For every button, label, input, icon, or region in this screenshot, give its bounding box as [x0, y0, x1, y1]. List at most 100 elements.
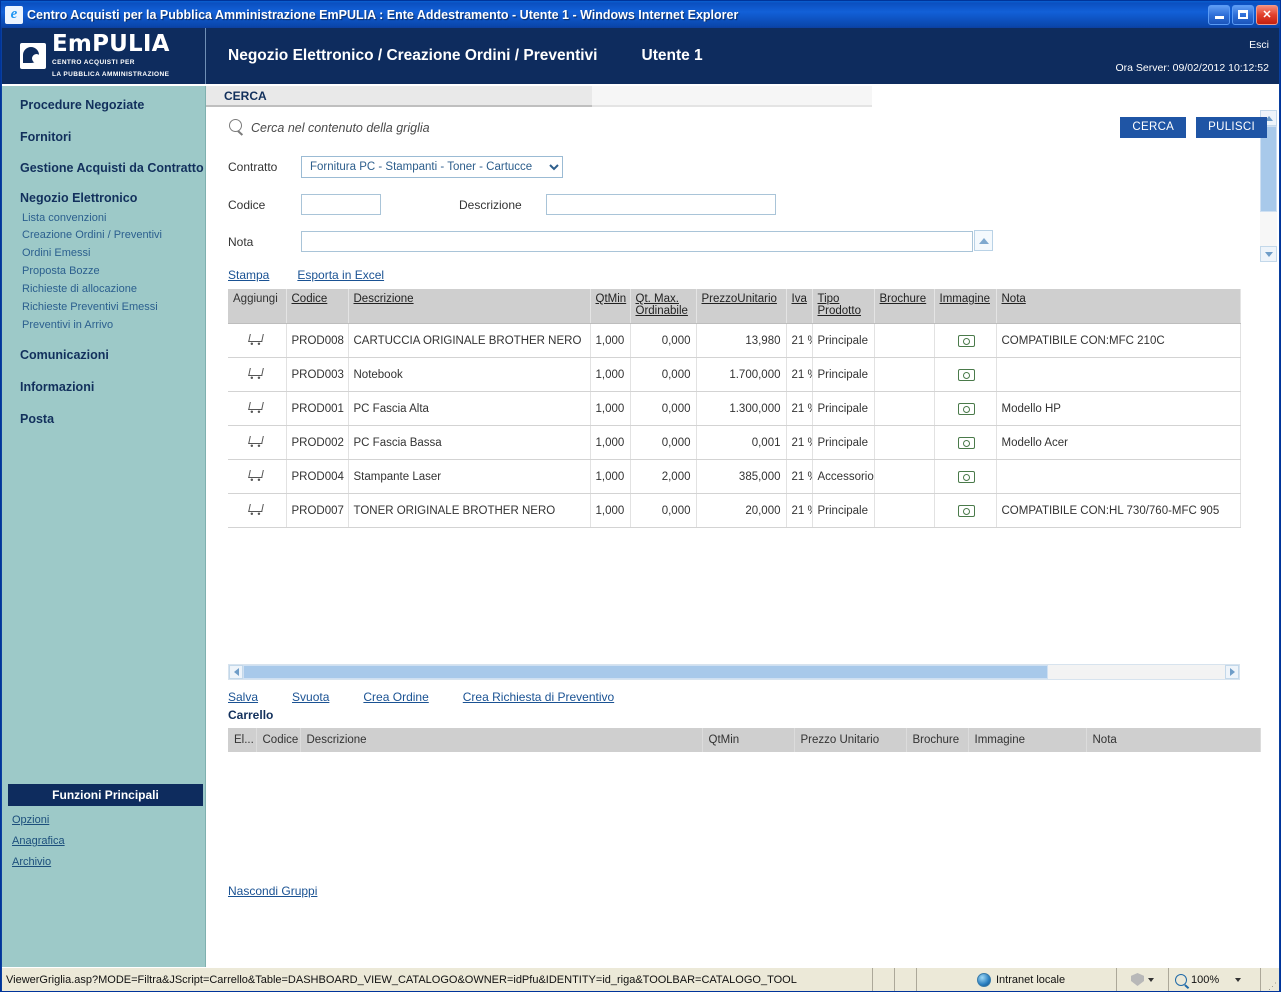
col-codice[interactable]: Codice: [286, 289, 349, 324]
sidebar-subitem-richieste-allocazione[interactable]: Richieste di allocazione: [22, 282, 205, 297]
status-segment-2: [895, 968, 917, 991]
cell-immagine[interactable]: [934, 357, 997, 392]
zoom-icon: [1175, 973, 1187, 986]
window-title: Centro Acquisti per la Pubblica Amminist…: [27, 7, 739, 22]
sidebar-subitem-ordini-emessi[interactable]: Ordini Emessi: [22, 246, 205, 261]
sidebar-subitem-preventivi-in-arrivo[interactable]: Preventivi in Arrivo: [22, 318, 205, 333]
status-security[interactable]: [1117, 968, 1169, 991]
funzioni-link-opzioni[interactable]: Opzioni: [12, 814, 205, 826]
page-title: Negozio Elettronico / Creazione Ordini /…: [228, 47, 598, 64]
sidebar-item-posta[interactable]: Posta: [20, 412, 205, 428]
cerca-button[interactable]: CERCA: [1120, 117, 1187, 138]
col-nota[interactable]: Nota: [996, 289, 1241, 324]
resize-grip[interactable]: ⋰: [1261, 968, 1279, 991]
svuota-link[interactable]: Svuota: [292, 690, 329, 704]
col-iva[interactable]: Iva: [786, 289, 813, 324]
close-button[interactable]: ✕: [1256, 4, 1278, 25]
scroll-left-button[interactable]: [229, 665, 243, 679]
cart-icon[interactable]: [249, 401, 264, 417]
nascondi-gruppi-link[interactable]: Nascondi Gruppi: [228, 884, 317, 898]
nota-field-wrap: [301, 230, 993, 252]
nota-expand-button[interactable]: [974, 230, 993, 251]
add-to-cart-cell[interactable]: [228, 493, 287, 528]
cart-icon[interactable]: [249, 367, 264, 383]
add-to-cart-cell[interactable]: [228, 357, 287, 392]
sidebar-item-negozio-elettronico[interactable]: Negozio Elettronico: [20, 191, 205, 207]
stampa-link[interactable]: Stampa: [228, 268, 269, 282]
contratto-select[interactable]: Fornitura PC - Stampanti - Toner - Cartu…: [301, 156, 563, 178]
table-row[interactable]: PROD001 PC Fascia Alta 1,000 0,000 1.300…: [228, 391, 1241, 426]
scroll-thumb-horizontal[interactable]: [243, 665, 1049, 679]
add-to-cart-cell[interactable]: [228, 459, 287, 494]
sidebar-subitem-proposta-bozze[interactable]: Proposta Bozze: [22, 264, 205, 279]
col-qtmax-ordinabile[interactable]: Qt. Max. Ordinabile: [630, 289, 697, 324]
grid-horizontal-scrollbar[interactable]: [228, 664, 1240, 680]
crea-richiesta-preventivo-link[interactable]: Crea Richiesta di Preventivo: [463, 690, 614, 704]
scroll-track-horizontal[interactable]: [243, 665, 1225, 679]
table-row[interactable]: PROD003 Notebook 1,000 0,000 1.700,000 2…: [228, 357, 1241, 392]
cart-icon[interactable]: [249, 435, 264, 451]
camera-icon[interactable]: [957, 435, 975, 449]
cell-prezzo: 0,001: [696, 425, 787, 460]
cell-codice: PROD001: [286, 391, 349, 426]
cell-immagine[interactable]: [934, 323, 997, 358]
table-row[interactable]: PROD007 TONER ORIGINALE BROTHER NERO 1,0…: [228, 493, 1241, 528]
add-to-cart-cell[interactable]: [228, 323, 287, 358]
cell-tipo: Principale: [812, 425, 875, 460]
descrizione-input[interactable]: [546, 194, 776, 215]
sidebar-item-comunicazioni[interactable]: Comunicazioni: [20, 348, 205, 364]
nota-input[interactable]: [301, 231, 973, 252]
minimize-button[interactable]: [1208, 4, 1230, 25]
funzioni-link-archivio[interactable]: Archivio: [12, 856, 205, 868]
status-zoom[interactable]: 100%: [1169, 968, 1261, 991]
chevron-down-icon[interactable]: [1148, 977, 1154, 982]
cart-icon[interactable]: [249, 503, 264, 519]
sidebar-subitem-richieste-preventivi-emessi[interactable]: Richieste Preventivi Emessi: [22, 300, 205, 315]
pulisci-button[interactable]: PULISCI: [1196, 117, 1267, 138]
col-qtmin[interactable]: QtMin: [590, 289, 631, 324]
cart-icon[interactable]: [249, 333, 264, 349]
grip-dots-icon: ⋰: [1268, 981, 1277, 991]
cell-immagine[interactable]: [934, 459, 997, 494]
maximize-button[interactable]: [1232, 4, 1254, 25]
scroll-right-button[interactable]: [1225, 665, 1239, 679]
logout-link[interactable]: Esci: [1249, 39, 1269, 51]
table-row[interactable]: PROD008 CARTUCCIA ORIGINALE BROTHER NERO…: [228, 323, 1241, 358]
zoom-chevron-down-icon[interactable]: [1235, 977, 1242, 982]
sidebar-subitem-creazione-ordini[interactable]: Creazione Ordini / Preventivi: [22, 228, 205, 243]
esporta-excel-link[interactable]: Esporta in Excel: [297, 268, 384, 282]
table-row[interactable]: PROD004 Stampante Laser 1,000 2,000 385,…: [228, 459, 1241, 494]
salva-link[interactable]: Salva: [228, 690, 258, 704]
cell-descrizione: Stampante Laser: [348, 459, 591, 494]
cart-icon[interactable]: [249, 469, 264, 485]
camera-icon[interactable]: [957, 503, 975, 517]
col-immagine[interactable]: Immagine: [934, 289, 997, 324]
crea-ordine-link[interactable]: Crea Ordine: [363, 690, 428, 704]
camera-icon[interactable]: [957, 401, 975, 415]
status-zone[interactable]: Intranet locale: [917, 968, 1117, 991]
col-tipo-prodotto[interactable]: Tipo Prodotto: [812, 289, 875, 324]
sidebar-item-gestione-acquisti[interactable]: Gestione Acquisti da Contratto: [20, 161, 205, 177]
cell-immagine[interactable]: [934, 425, 997, 460]
sidebar-item-informazioni[interactable]: Informazioni: [20, 380, 205, 396]
camera-icon[interactable]: [957, 469, 975, 483]
header-right: Esci Ora Server: 09/02/2012 10:12:52: [1115, 28, 1279, 84]
sidebar-subitem-lista-convenzioni[interactable]: Lista convenzioni: [22, 211, 205, 226]
globe-icon: [977, 972, 991, 987]
col-brochure[interactable]: Brochure: [874, 289, 935, 324]
cell-brochure: [874, 357, 935, 392]
codice-input[interactable]: [301, 194, 381, 215]
table-row[interactable]: PROD002 PC Fascia Bassa 1,000 0,000 0,00…: [228, 425, 1241, 460]
funzioni-link-anagrafica[interactable]: Anagrafica: [12, 835, 205, 847]
cell-immagine[interactable]: [934, 493, 997, 528]
cell-immagine[interactable]: [934, 391, 997, 426]
col-descrizione[interactable]: Descrizione: [348, 289, 591, 324]
add-to-cart-cell[interactable]: [228, 425, 287, 460]
camera-icon[interactable]: [957, 367, 975, 381]
catalog-body: PROD008 CARTUCCIA ORIGINALE BROTHER NERO…: [228, 323, 1241, 528]
sidebar-item-procedure-negoziate[interactable]: Procedure Negoziate: [20, 98, 205, 114]
add-to-cart-cell[interactable]: [228, 391, 287, 426]
camera-icon[interactable]: [957, 333, 975, 347]
col-prezzo-unitario[interactable]: PrezzoUnitario: [696, 289, 787, 324]
sidebar-item-fornitori[interactable]: Fornitori: [20, 130, 205, 146]
